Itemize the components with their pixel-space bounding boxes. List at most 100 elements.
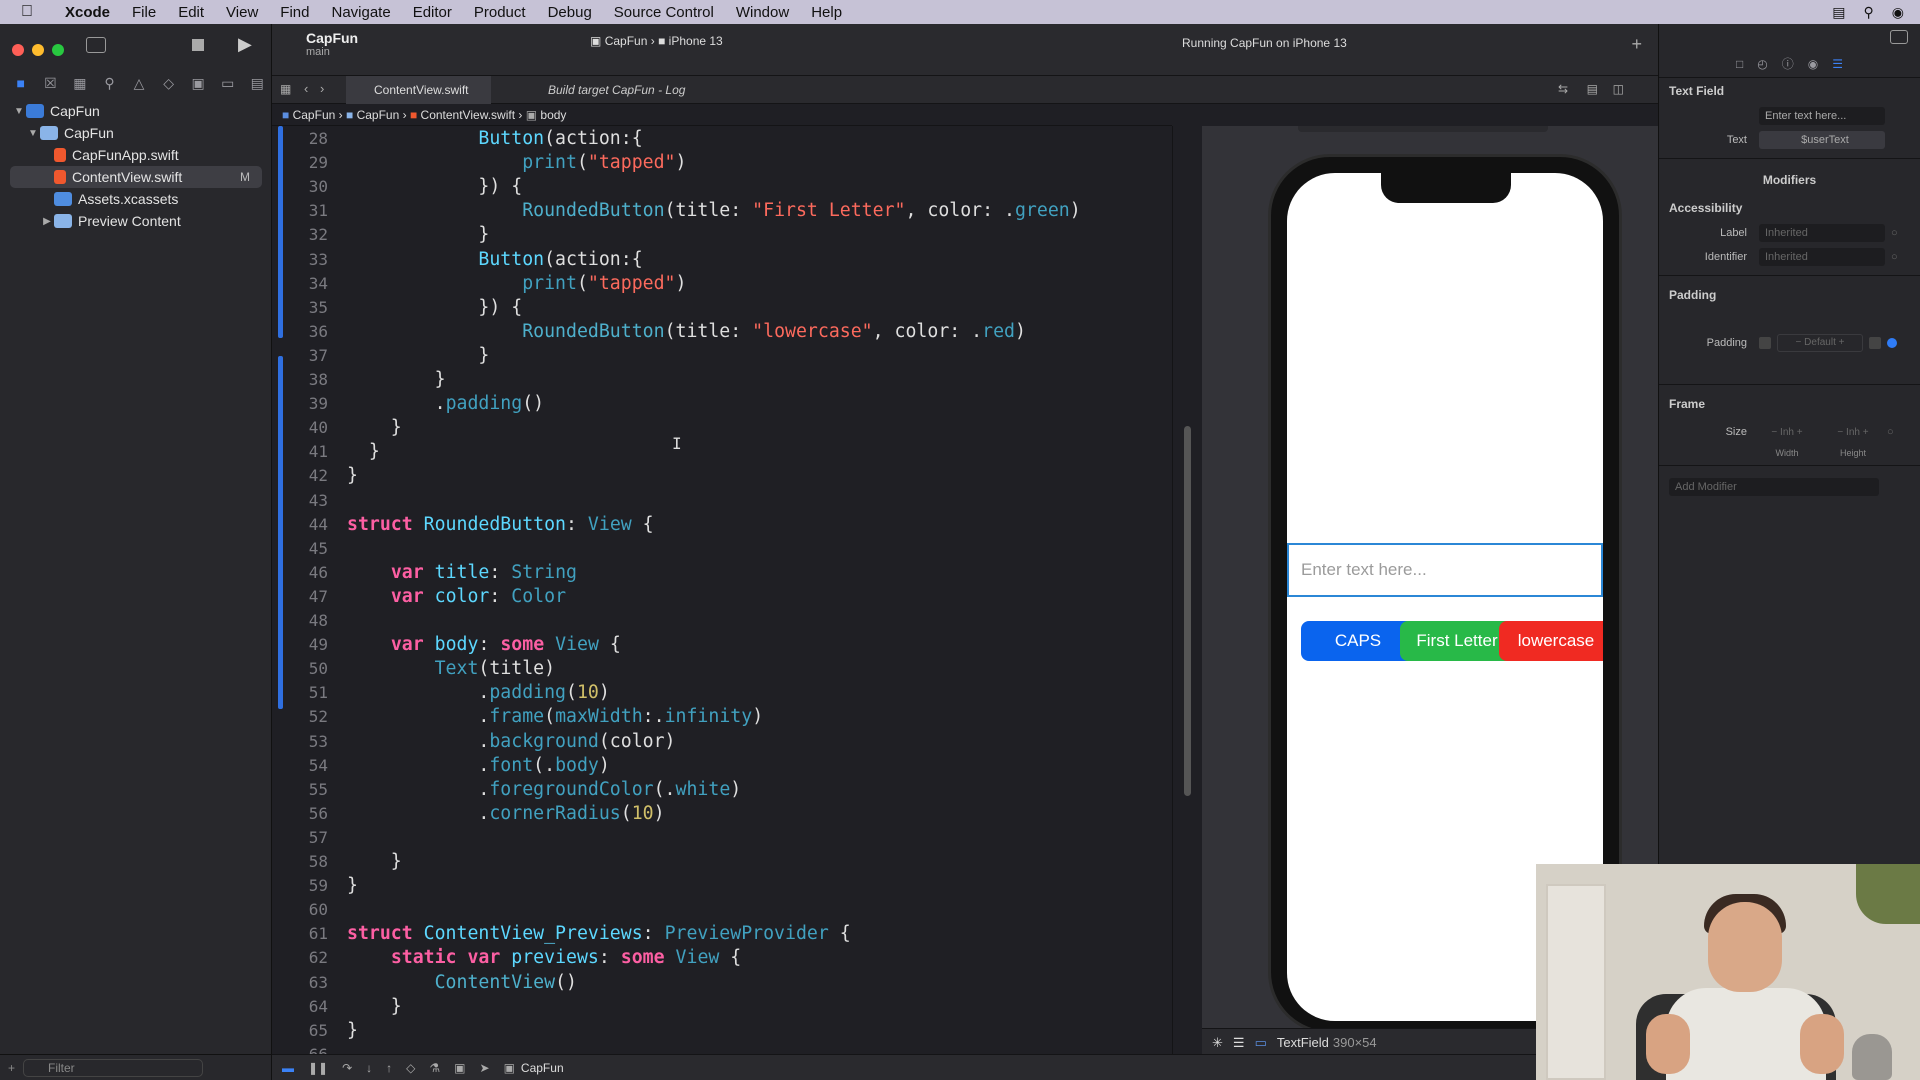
- circle-icon[interactable]: ○: [1887, 426, 1894, 438]
- editor-tab-bar: ▦ ‹ › ContentView.swift Build target Cap…: [272, 76, 1658, 104]
- step-over-icon[interactable]: ↓: [366, 1061, 372, 1075]
- text-binding-field[interactable]: $userText: [1759, 131, 1885, 149]
- text-field[interactable]: Enter text here...: [1287, 543, 1603, 597]
- menu-editor[interactable]: Editor: [402, 4, 463, 21]
- view-hierarchy-icon[interactable]: ◇: [406, 1061, 415, 1075]
- tab-build-log[interactable]: Build target CapFun - Log: [520, 76, 707, 104]
- help-icon[interactable]: ⓘ: [1782, 55, 1794, 72]
- chevron-right-icon[interactable]: ▶: [40, 216, 54, 227]
- source-editor[interactable]: 28 Button(action:{29 print("tapped") 30 }…: [272, 126, 1172, 1064]
- add-modifier-field[interactable]: Add Modifier: [1669, 478, 1879, 496]
- tree-item-capfunapp[interactable]: CapFunApp.swift: [0, 144, 272, 166]
- placeholder-field[interactable]: Enter text here...: [1759, 107, 1885, 125]
- width-stepper[interactable]: − Inh +: [1759, 427, 1815, 438]
- zoom-window-button[interactable]: [52, 44, 64, 56]
- scroll-thumb[interactable]: [1184, 426, 1191, 796]
- menu-edit[interactable]: Edit: [167, 4, 215, 21]
- add-library-button[interactable]: +: [1631, 34, 1642, 55]
- caps-button[interactable]: CAPS: [1301, 621, 1415, 661]
- height-stepper[interactable]: − Inh +: [1825, 427, 1881, 438]
- first-letter-button[interactable]: First Letter: [1400, 621, 1514, 661]
- menu-navigate[interactable]: Navigate: [320, 4, 401, 21]
- environment-icon[interactable]: ▣: [454, 1061, 465, 1075]
- tree-item-contentview[interactable]: ContentView.swift M: [10, 166, 262, 188]
- line-number: 33: [308, 249, 328, 269]
- tab-contentview[interactable]: ContentView.swift: [346, 76, 491, 104]
- minimize-window-button[interactable]: [32, 44, 44, 56]
- accessibility-label-field[interactable]: Inherited: [1759, 224, 1885, 242]
- breadcrumb-symbol[interactable]: body: [540, 108, 566, 122]
- file-inspector-icon[interactable]: □: [1736, 57, 1743, 71]
- scheme-title[interactable]: CapFun main: [284, 30, 358, 58]
- chevron-down-icon[interactable]: ▼: [26, 128, 40, 139]
- tree-item-group[interactable]: ▼ CapFun: [0, 122, 272, 144]
- menu-product[interactable]: Product: [463, 4, 537, 21]
- warning-icon[interactable]: △: [124, 75, 154, 92]
- siri-icon[interactable]: ◉: [1892, 4, 1904, 21]
- console-toggle-icon[interactable]: ▬: [282, 1061, 294, 1075]
- back-icon[interactable]: ‹: [304, 81, 308, 96]
- menu-app[interactable]: Xcode: [54, 4, 121, 21]
- debug-icon[interactable]: ▣: [183, 75, 213, 92]
- lowercase-button[interactable]: lowercase: [1499, 621, 1603, 661]
- attributes-icon[interactable]: ☰: [1832, 57, 1843, 71]
- editor-scrollbar[interactable]: [1172, 126, 1202, 1056]
- breadcrumb-group[interactable]: CapFun: [357, 108, 400, 122]
- menu-window[interactable]: Window: [725, 4, 800, 21]
- menu-help[interactable]: Help: [800, 4, 853, 21]
- swap-icon[interactable]: ⇆: [1558, 82, 1568, 96]
- search-menu-icon[interactable]: ⚲: [1864, 4, 1874, 21]
- padding-leading-checkbox[interactable]: [1759, 337, 1771, 349]
- grid-icon[interactable]: ▦: [280, 82, 291, 96]
- search-icon[interactable]: ⚲: [95, 75, 125, 92]
- pin-icon[interactable]: ✳: [1212, 1035, 1223, 1051]
- report-icon[interactable]: ▤: [243, 75, 273, 92]
- location-icon[interactable]: ➤: [480, 1061, 490, 1075]
- add-icon[interactable]: +: [8, 1061, 15, 1075]
- memory-graph-icon[interactable]: ⚗: [429, 1061, 440, 1075]
- history-icon[interactable]: ◴: [1757, 57, 1767, 71]
- sidebar-toggle-icon[interactable]: [86, 37, 106, 53]
- control-center-icon[interactable]: ▤: [1832, 4, 1845, 21]
- symbol-icon[interactable]: ▦: [65, 75, 95, 92]
- menu-find[interactable]: Find: [269, 4, 320, 21]
- line-number: 58: [308, 852, 328, 871]
- padding-enabled-indicator[interactable]: [1887, 338, 1897, 348]
- test-icon[interactable]: ◇: [154, 75, 184, 92]
- debug-target[interactable]: CapFun: [521, 1061, 564, 1075]
- menu-source-control[interactable]: Source Control: [603, 4, 725, 21]
- filter-input[interactable]: Filter: [23, 1058, 204, 1077]
- pause-icon[interactable]: ❚❚: [308, 1061, 328, 1075]
- continue-icon[interactable]: ↷: [342, 1061, 352, 1075]
- stop-icon[interactable]: [192, 39, 204, 51]
- close-window-button[interactable]: [12, 44, 24, 56]
- menu-view[interactable]: View: [215, 4, 269, 21]
- chevron-down-icon[interactable]: ▼: [12, 106, 26, 117]
- split-editor-icon[interactable]: ◫: [1613, 82, 1624, 96]
- accessibility-identifier-field[interactable]: Inherited: [1759, 248, 1885, 266]
- menu-debug[interactable]: Debug: [537, 4, 603, 21]
- circle-icon[interactable]: ○: [1891, 251, 1898, 263]
- tree-item-assets[interactable]: Assets.xcassets: [0, 188, 272, 210]
- circle-icon[interactable]: ○: [1891, 227, 1898, 239]
- tree-item-project[interactable]: ▼ CapFun: [0, 100, 272, 122]
- source-control-icon[interactable]: ☒: [36, 75, 66, 92]
- menu-file[interactable]: File: [121, 4, 167, 21]
- step-into-icon[interactable]: ↑: [386, 1061, 392, 1075]
- forward-icon[interactable]: ›: [320, 81, 324, 96]
- apple-menu-icon[interactable]: : [0, 3, 54, 21]
- breakpoint-icon[interactable]: ▭: [213, 75, 243, 92]
- code-line: }: [347, 441, 380, 463]
- identity-icon[interactable]: ◉: [1808, 57, 1818, 71]
- inspector-toggle-icon[interactable]: [1890, 30, 1908, 44]
- folder-icon[interactable]: ■: [6, 75, 36, 91]
- breadcrumb-file[interactable]: ContentView.swift: [421, 108, 516, 122]
- padding-stepper[interactable]: − Default +: [1777, 334, 1863, 352]
- breadcrumb-project[interactable]: CapFun: [293, 108, 336, 122]
- padding-trailing-checkbox[interactable]: [1869, 337, 1881, 349]
- tree-item-preview-content[interactable]: ▶ Preview Content: [0, 210, 272, 232]
- variants-icon[interactable]: ☰: [1233, 1035, 1245, 1051]
- run-icon[interactable]: ▶: [238, 34, 252, 55]
- inspector-layout-icon[interactable]: ▤: [1587, 82, 1598, 96]
- run-destination[interactable]: ▣ CapFun › ■ iPhone 13: [590, 34, 723, 48]
